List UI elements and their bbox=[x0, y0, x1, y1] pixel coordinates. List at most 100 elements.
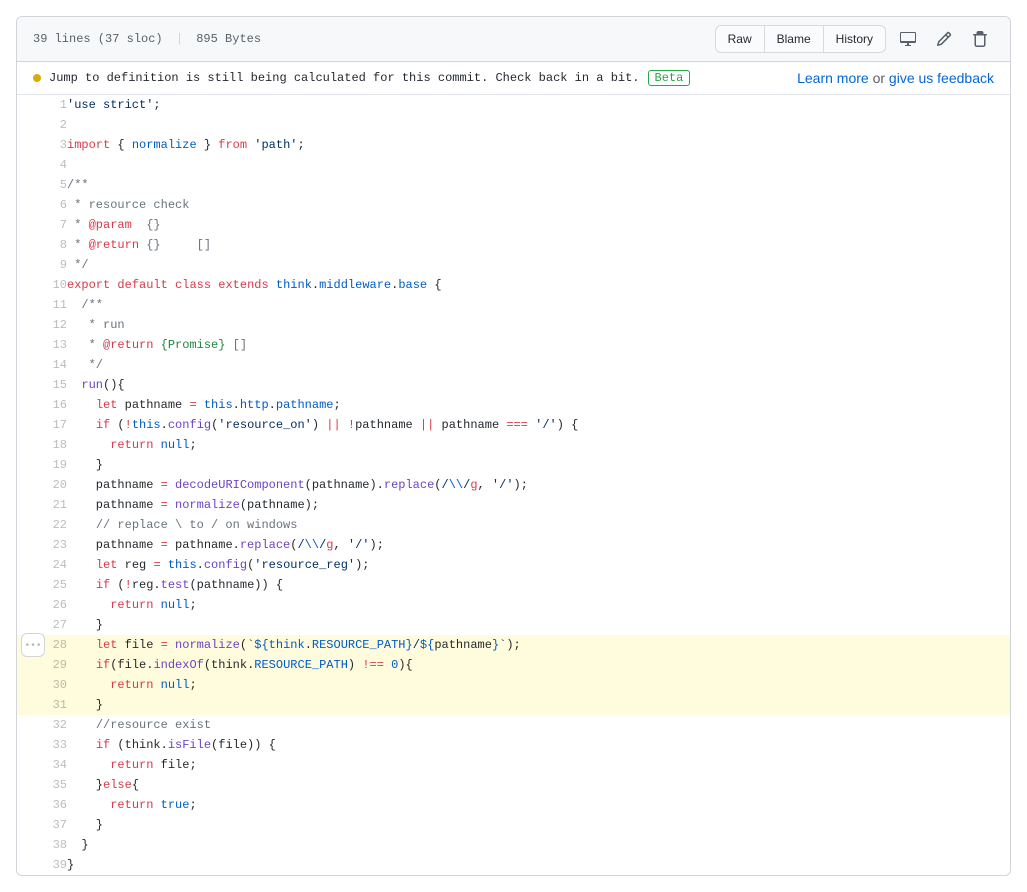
line-number[interactable]: 22 bbox=[17, 515, 67, 535]
code-line: 29 if(file.indexOf(think.RESOURCE_PATH) … bbox=[17, 655, 1010, 675]
blame-button[interactable]: Blame bbox=[765, 25, 824, 53]
line-number[interactable]: 26 bbox=[17, 595, 67, 615]
line-content[interactable]: */ bbox=[67, 355, 1010, 375]
line-content[interactable]: * resource check bbox=[67, 195, 1010, 215]
line-content[interactable]: let reg = this.config('resource_reg'); bbox=[67, 555, 1010, 575]
line-number[interactable]: 12 bbox=[17, 315, 67, 335]
line-number[interactable]: 29 bbox=[17, 655, 67, 675]
line-content[interactable]: import { normalize } from 'path'; bbox=[67, 135, 1010, 155]
learn-more-link[interactable]: Learn more bbox=[797, 70, 869, 86]
pencil-icon[interactable] bbox=[930, 25, 958, 53]
line-content[interactable]: pathname = normalize(pathname); bbox=[67, 495, 1010, 515]
line-number[interactable]: 36 bbox=[17, 795, 67, 815]
line-content[interactable]: } bbox=[67, 455, 1010, 475]
ellipsis-button[interactable] bbox=[21, 633, 45, 657]
line-number[interactable]: 11 bbox=[17, 295, 67, 315]
desktop-icon[interactable] bbox=[894, 25, 922, 53]
line-number[interactable]: 34 bbox=[17, 755, 67, 775]
line-number[interactable]: 19 bbox=[17, 455, 67, 475]
line-number[interactable]: 33 bbox=[17, 735, 67, 755]
line-number[interactable]: 13 bbox=[17, 335, 67, 355]
line-content[interactable]: //resource exist bbox=[67, 715, 1010, 735]
code-line: 10export default class extends think.mid… bbox=[17, 275, 1010, 295]
line-content[interactable]: return null; bbox=[67, 675, 1010, 695]
line-number[interactable]: 5 bbox=[17, 175, 67, 195]
line-content[interactable]: pathname = pathname.replace(/\\/g, '/'); bbox=[67, 535, 1010, 555]
line-number[interactable]: 23 bbox=[17, 535, 67, 555]
line-number[interactable]: 18 bbox=[17, 435, 67, 455]
line-content[interactable]: } bbox=[67, 815, 1010, 835]
line-content[interactable]: if (think.isFile(file)) { bbox=[67, 735, 1010, 755]
line-number[interactable]: 10 bbox=[17, 275, 67, 295]
line-content[interactable]: */ bbox=[67, 255, 1010, 275]
line-content[interactable]: * @return {} [] bbox=[67, 235, 1010, 255]
line-number[interactable]: 2 bbox=[17, 115, 67, 135]
line-content[interactable]: return null; bbox=[67, 595, 1010, 615]
line-number[interactable]: 17 bbox=[17, 415, 67, 435]
line-content[interactable]: * @return {Promise} [] bbox=[67, 335, 1010, 355]
line-number[interactable]: 35 bbox=[17, 775, 67, 795]
line-content[interactable]: // replace \ to / on windows bbox=[67, 515, 1010, 535]
line-number[interactable]: 6 bbox=[17, 195, 67, 215]
raw-button[interactable]: Raw bbox=[715, 25, 765, 53]
line-number[interactable]: 15 bbox=[17, 375, 67, 395]
line-number[interactable]: 25 bbox=[17, 575, 67, 595]
line-content[interactable]: } bbox=[67, 835, 1010, 855]
line-content[interactable]: pathname = decodeURIComponent(pathname).… bbox=[67, 475, 1010, 495]
line-number[interactable]: 31 bbox=[17, 695, 67, 715]
code-line: 13 * @return {Promise} [] bbox=[17, 335, 1010, 355]
line-content[interactable]: let file = normalize(`${think.RESOURCE_P… bbox=[67, 635, 1010, 655]
line-content[interactable]: } bbox=[67, 615, 1010, 635]
line-number[interactable]: 20 bbox=[17, 475, 67, 495]
file-actions: Raw Blame History bbox=[715, 25, 994, 53]
line-number[interactable]: 21 bbox=[17, 495, 67, 515]
line-content[interactable]: /** bbox=[67, 175, 1010, 195]
line-content[interactable]: } bbox=[67, 855, 1010, 875]
code-line: 23 pathname = pathname.replace(/\\/g, '/… bbox=[17, 535, 1010, 555]
line-content[interactable]: * run bbox=[67, 315, 1010, 335]
line-content[interactable]: return true; bbox=[67, 795, 1010, 815]
line-content[interactable]: return file; bbox=[67, 755, 1010, 775]
code-line: 17 if (!this.config('resource_on') || !p… bbox=[17, 415, 1010, 435]
line-number[interactable]: 24 bbox=[17, 555, 67, 575]
line-content[interactable]: 'use strict'; bbox=[67, 95, 1010, 115]
code-line: 9 */ bbox=[17, 255, 1010, 275]
line-number[interactable]: 16 bbox=[17, 395, 67, 415]
line-content[interactable]: }else{ bbox=[67, 775, 1010, 795]
feedback-link[interactable]: give us feedback bbox=[889, 70, 994, 86]
line-number[interactable]: 14 bbox=[17, 355, 67, 375]
line-number[interactable]: 27 bbox=[17, 615, 67, 635]
code-line: 6 * resource check bbox=[17, 195, 1010, 215]
line-content[interactable]: * @param {} bbox=[67, 215, 1010, 235]
file-header: 39 lines (37 sloc) | 895 Bytes Raw Blame… bbox=[17, 17, 1010, 62]
line-number[interactable]: 1 bbox=[17, 95, 67, 115]
line-number[interactable]: 28 bbox=[17, 635, 67, 655]
line-content[interactable]: return null; bbox=[67, 435, 1010, 455]
line-content[interactable]: } bbox=[67, 695, 1010, 715]
line-content[interactable]: /** bbox=[67, 295, 1010, 315]
line-content[interactable] bbox=[67, 155, 1010, 175]
line-content[interactable]: if(file.indexOf(think.RESOURCE_PATH) !==… bbox=[67, 655, 1010, 675]
line-number[interactable]: 37 bbox=[17, 815, 67, 835]
line-number[interactable]: 39 bbox=[17, 855, 67, 875]
history-button[interactable]: History bbox=[824, 25, 886, 53]
code-line: 22 // replace \ to / on windows bbox=[17, 515, 1010, 535]
trash-icon[interactable] bbox=[966, 25, 994, 53]
line-number[interactable]: 9 bbox=[17, 255, 67, 275]
divider: | bbox=[176, 32, 183, 46]
line-content[interactable]: if (!this.config('resource_on') || !path… bbox=[67, 415, 1010, 435]
line-content[interactable]: let pathname = this.http.pathname; bbox=[67, 395, 1010, 415]
line-number[interactable]: 4 bbox=[17, 155, 67, 175]
line-number[interactable]: 8 bbox=[17, 235, 67, 255]
code-line: 2 bbox=[17, 115, 1010, 135]
line-content[interactable]: export default class extends think.middl… bbox=[67, 275, 1010, 295]
line-number[interactable]: 30 bbox=[17, 675, 67, 695]
line-content[interactable] bbox=[67, 115, 1010, 135]
line-number[interactable]: 7 bbox=[17, 215, 67, 235]
line-number[interactable]: 3 bbox=[17, 135, 67, 155]
line-number[interactable]: 38 bbox=[17, 835, 67, 855]
code-line: 20 pathname = decodeURIComponent(pathnam… bbox=[17, 475, 1010, 495]
line-content[interactable]: run(){ bbox=[67, 375, 1010, 395]
line-content[interactable]: if (!reg.test(pathname)) { bbox=[67, 575, 1010, 595]
line-number[interactable]: 32 bbox=[17, 715, 67, 735]
